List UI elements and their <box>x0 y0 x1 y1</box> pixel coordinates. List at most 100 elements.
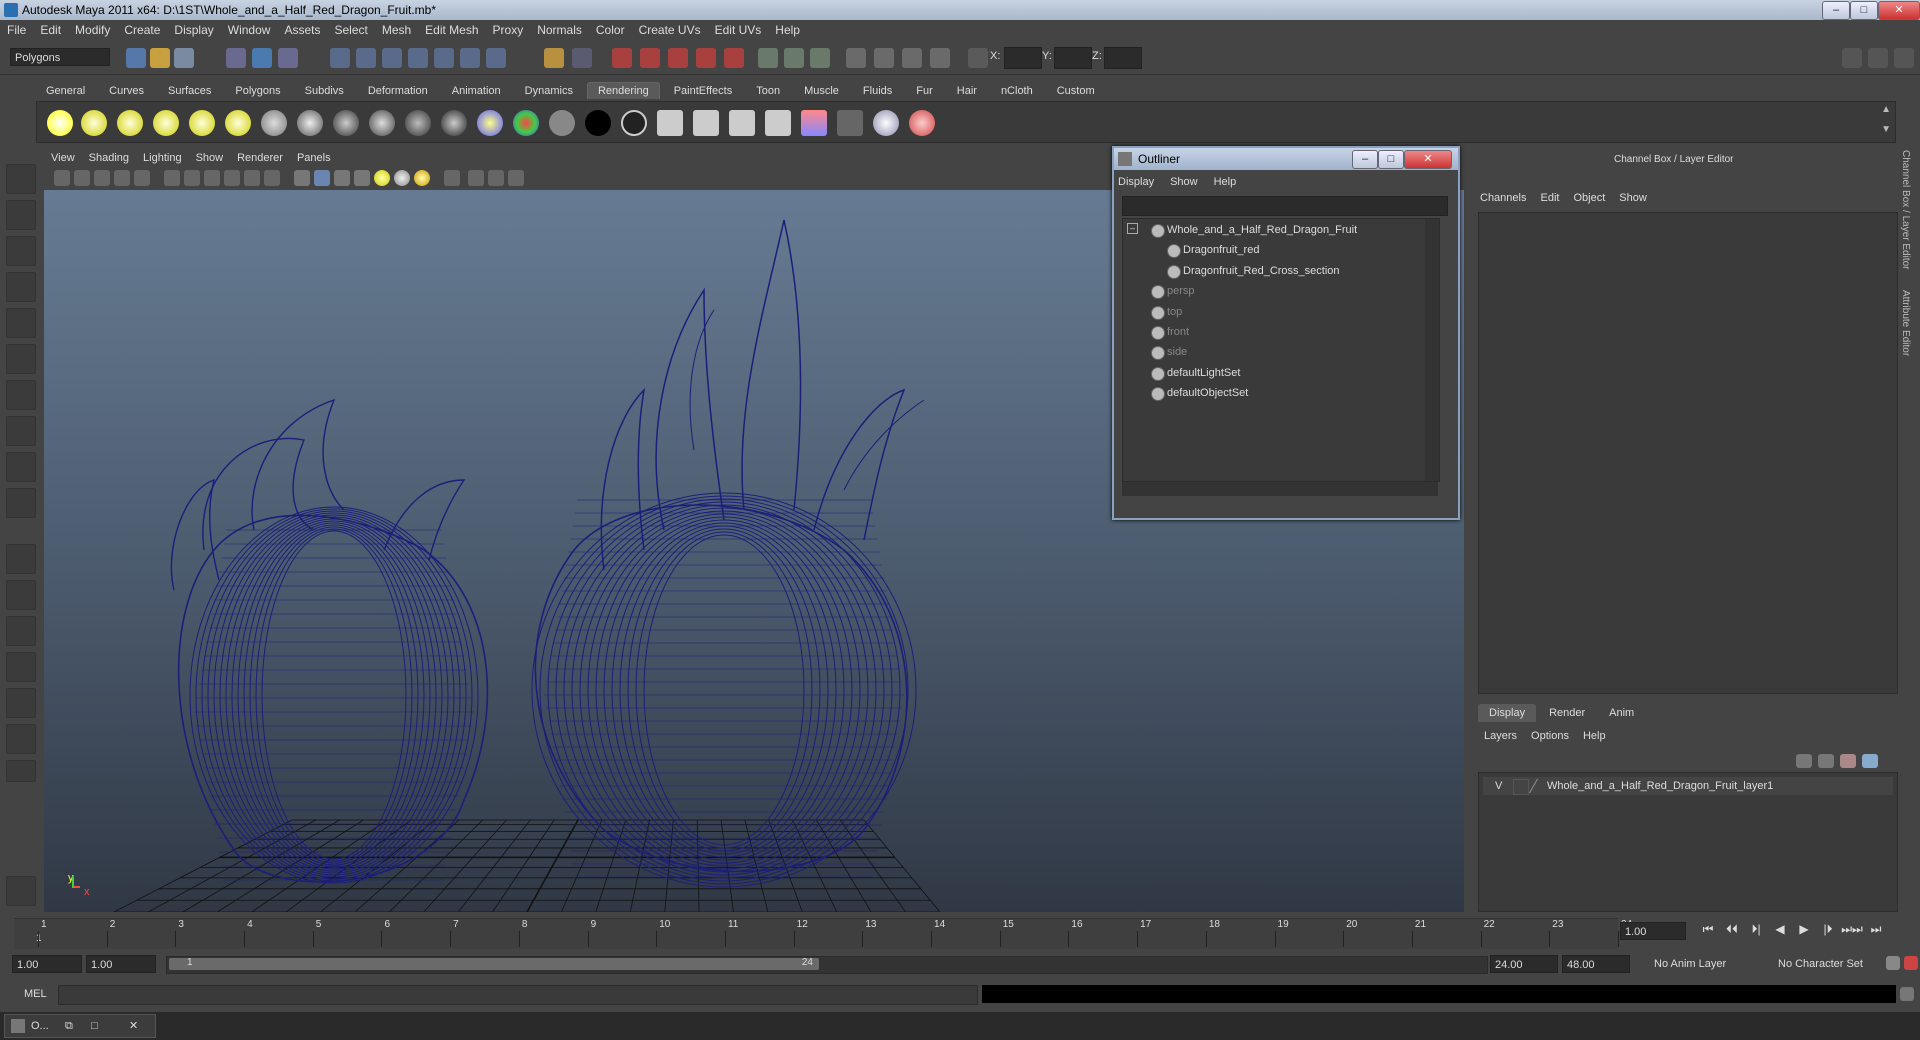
camera-select-icon[interactable] <box>54 170 70 186</box>
layer-visibility-toggle[interactable]: V <box>1495 777 1502 795</box>
outliner-title-bar[interactable]: Outliner – □ ✕ <box>1114 148 1458 170</box>
step-back-frame-icon[interactable]: ⏵| <box>1744 922 1768 937</box>
start-time-field[interactable]: 1.00 <box>12 955 82 973</box>
shelf-tab-surfaces[interactable]: Surfaces <box>158 83 221 99</box>
toggle-channel-box-icon[interactable] <box>1894 48 1914 68</box>
persp-graph-layout-icon[interactable] <box>6 652 36 682</box>
snap-grid-icon[interactable] <box>330 48 350 68</box>
play-forwards-icon[interactable]: ▶ <box>1792 922 1816 936</box>
layer-color-swatch[interactable] <box>1528 779 1549 793</box>
outliner-item[interactable]: defaultLightSet <box>1167 364 1240 382</box>
phong-shader-icon[interactable] <box>405 110 431 136</box>
xray-joints-icon[interactable] <box>488 170 504 186</box>
move-layer-down-icon[interactable] <box>1818 754 1834 768</box>
character-set-select[interactable]: No Character Set <box>1774 955 1882 973</box>
shelf-tab-rendering[interactable]: Rendering <box>586 82 660 99</box>
menu-edit[interactable]: Edit <box>33 20 68 37</box>
open-scene-icon[interactable] <box>150 48 170 68</box>
area-light-icon[interactable] <box>189 110 215 136</box>
shading-map-icon[interactable] <box>549 110 575 136</box>
outliner-persp-layout-icon[interactable] <box>6 616 36 646</box>
texture-icon-6[interactable] <box>837 110 863 136</box>
universal-manipulator-icon[interactable] <box>6 380 36 410</box>
channel-menu-channels[interactable]: Channels <box>1480 192 1526 204</box>
render-current-icon[interactable] <box>668 48 688 68</box>
xray-icon[interactable] <box>468 170 484 186</box>
menu-select[interactable]: Select <box>327 20 374 37</box>
outliner-item[interactable]: Whole_and_a_Half_Red_Dragon_Fruit <box>1167 221 1357 239</box>
menu-file[interactable]: File <box>0 20 33 37</box>
lasso-tool-icon[interactable] <box>6 200 36 230</box>
ipr-render-icon[interactable] <box>696 48 716 68</box>
camera-attributes-icon[interactable] <box>74 170 90 186</box>
range-slider-track[interactable]: 1 24 <box>166 956 1488 974</box>
snap-curve-icon[interactable] <box>356 48 376 68</box>
phong-e-shader-icon[interactable] <box>441 110 467 136</box>
film-gate-icon[interactable] <box>184 170 200 186</box>
outliner-item[interactable]: Dragonfruit_Red_Cross_section <box>1183 262 1340 280</box>
texture-icon-2[interactable] <box>693 110 719 136</box>
shelf-scroll-up-icon[interactable]: ▲ <box>1881 104 1891 115</box>
shelf-tab-muscle[interactable]: Muscle <box>794 83 849 99</box>
hand-tool-icon[interactable] <box>6 876 36 906</box>
input-ops-icon[interactable] <box>612 48 632 68</box>
shelf-tab-fluids[interactable]: Fluids <box>853 83 902 99</box>
outliner-item[interactable]: front <box>1167 323 1189 341</box>
layout-options-icon[interactable] <box>6 760 36 782</box>
soft-modification-icon[interactable] <box>6 416 36 446</box>
end-time-field[interactable]: 48.00 <box>1562 955 1630 973</box>
create-layer-selected-icon[interactable] <box>1862 754 1878 768</box>
channel-menu-edit[interactable]: Edit <box>1540 192 1559 204</box>
outliner-maximize-button[interactable]: □ <box>1378 150 1404 169</box>
move-tool-icon[interactable] <box>6 272 36 302</box>
gate-mask-icon[interactable] <box>224 170 240 186</box>
backface-culling-icon[interactable] <box>508 170 524 186</box>
last-tool-icon[interactable] <box>6 488 36 518</box>
viewport-menu-renderer[interactable]: Renderer <box>230 150 290 166</box>
shelf-tab-dynamics[interactable]: Dynamics <box>515 83 583 99</box>
shelf-tab-general[interactable]: General <box>36 83 95 99</box>
transform-field-icon[interactable] <box>968 48 988 68</box>
resolution-gate-icon[interactable] <box>204 170 220 186</box>
menu-color[interactable]: Color <box>589 20 632 37</box>
time-slider[interactable]: 1 12345678910111213141516171819202122232… <box>14 918 1632 949</box>
viewport-menu-view[interactable]: View <box>44 150 82 166</box>
texture-icon-1[interactable] <box>657 110 683 136</box>
paint-brush-icon[interactable] <box>909 110 935 136</box>
outliner-minimize-button[interactable]: – <box>1352 150 1378 169</box>
persp-graph-outliner-layout-icon[interactable] <box>6 724 36 754</box>
shelf-tab-deformation[interactable]: Deformation <box>358 83 438 99</box>
minimized-outliner-item[interactable]: O... ⧉ □ ✕ <box>4 1014 156 1038</box>
texture-icon-5[interactable] <box>801 110 827 136</box>
construction-history-icon[interactable] <box>572 48 592 68</box>
script-editor-icon[interactable] <box>1900 987 1914 1001</box>
select-by-hierarchy-icon[interactable] <box>226 48 246 68</box>
menu-edit-mesh[interactable]: Edit Mesh <box>418 20 485 37</box>
mel-command-input[interactable] <box>58 985 978 1005</box>
cross-section-dragon-fruit-wireframe[interactable] <box>531 219 925 888</box>
grid-toggle-icon[interactable] <box>164 170 180 186</box>
expand-collapse-icon[interactable]: – <box>1127 223 1138 234</box>
use-default-lights-icon[interactable] <box>374 170 390 186</box>
go-to-end-icon[interactable]: ⏭ <box>1864 922 1888 937</box>
paint-select-tool-icon[interactable] <box>6 236 36 266</box>
viewport-menu-lighting[interactable]: Lighting <box>136 150 189 166</box>
four-pane-layout-icon[interactable] <box>6 580 36 610</box>
menu-create[interactable]: Create <box>117 20 167 37</box>
outliner-filter-input[interactable] <box>1122 196 1448 216</box>
save-scene-icon[interactable] <box>174 48 194 68</box>
outliner-item[interactable]: defaultObjectSet <box>1167 384 1248 402</box>
x-field[interactable] <box>1004 47 1042 69</box>
channel-menu-show[interactable]: Show <box>1619 192 1647 204</box>
shelf-tab-ncloth[interactable]: nCloth <box>991 83 1043 99</box>
texture-icon-3[interactable] <box>729 110 755 136</box>
snap-help-icon[interactable] <box>486 48 506 68</box>
menu-proxy[interactable]: Proxy <box>486 20 531 37</box>
select-by-component-icon[interactable] <box>278 48 298 68</box>
use-background-icon[interactable] <box>621 110 647 136</box>
z-field[interactable] <box>1104 47 1142 69</box>
final-gather-icon[interactable] <box>930 48 950 68</box>
show-hide-icon[interactable] <box>784 48 804 68</box>
batch-render-icon[interactable] <box>874 48 894 68</box>
layered-shader-icon[interactable] <box>477 110 503 136</box>
